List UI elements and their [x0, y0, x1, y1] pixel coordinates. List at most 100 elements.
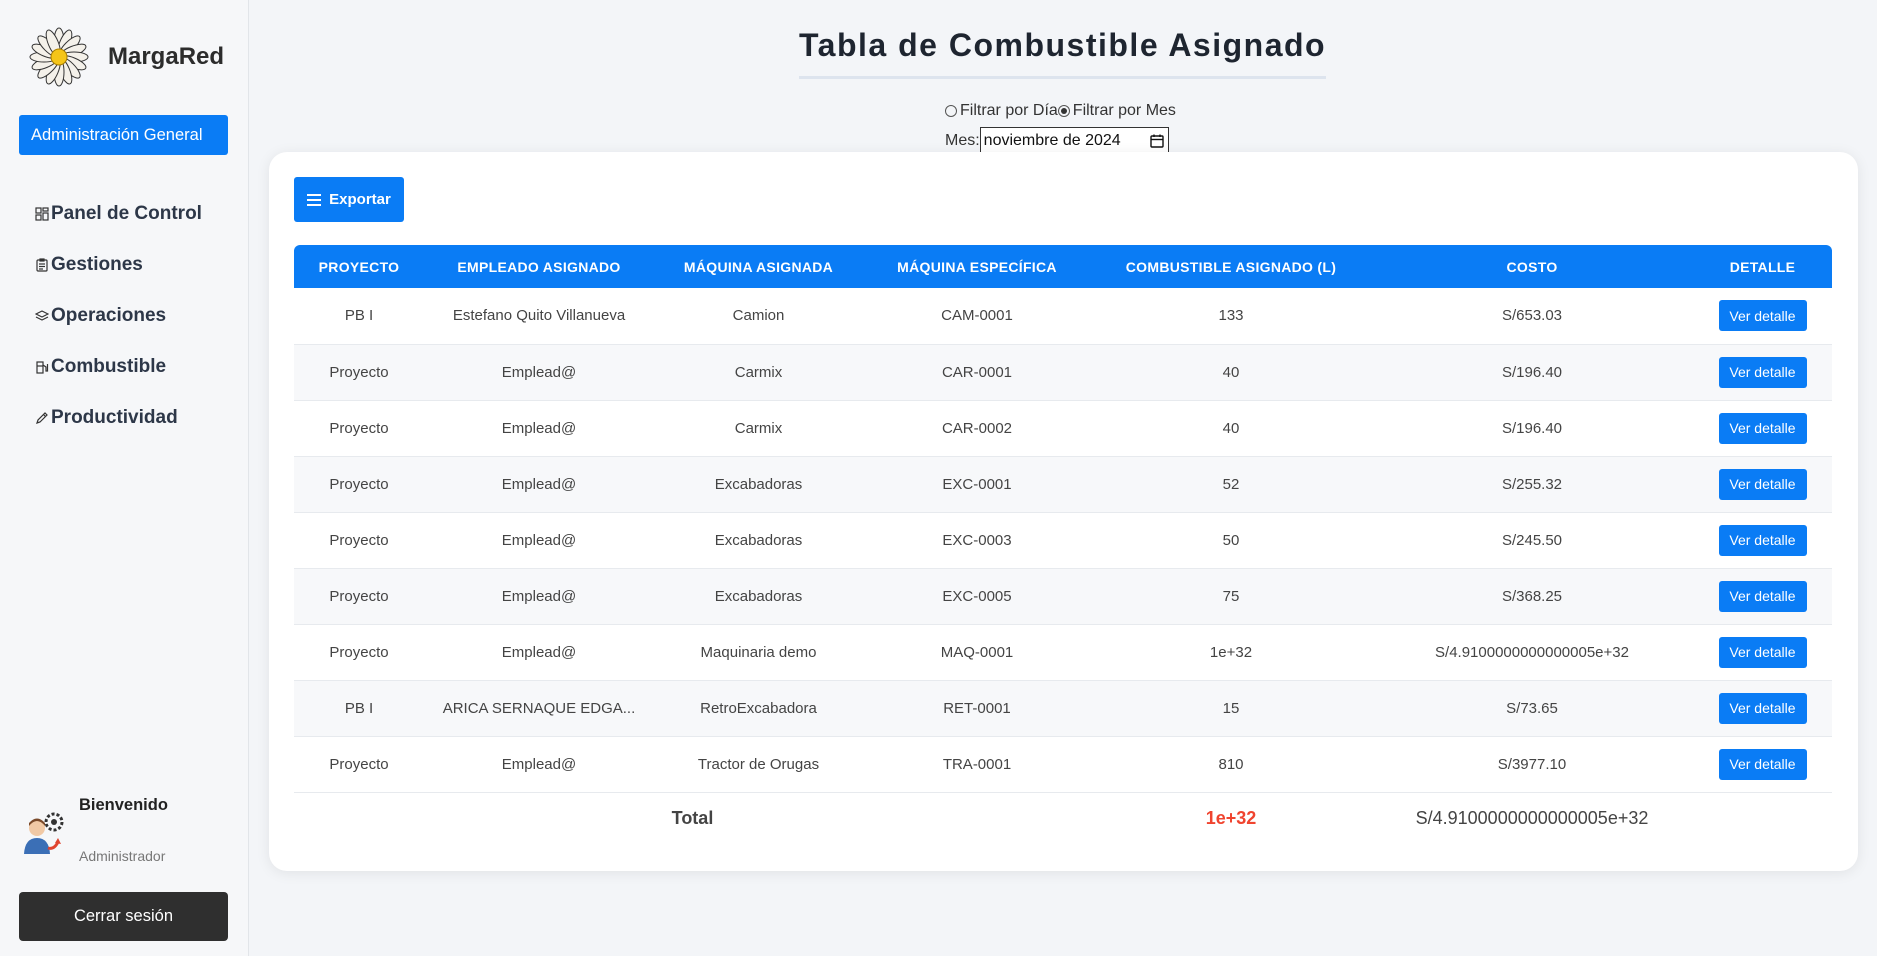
cell-empleado: Emplead@	[424, 624, 654, 681]
cell-maquina: RetroExcabadora	[654, 680, 863, 737]
total-label-cell: Total	[294, 792, 1091, 844]
cell-costo: S/3977.10	[1371, 736, 1693, 793]
view-detail-button[interactable]: Ver detalle	[1718, 636, 1807, 668]
cell-maquina: Excabadoras	[654, 568, 863, 625]
cell-detalle: Ver detalle	[1693, 568, 1832, 625]
view-detail-button[interactable]: Ver detalle	[1718, 356, 1807, 388]
cell-detalle: Ver detalle	[1693, 344, 1832, 401]
sidebar-item-label: Operaciones	[51, 304, 167, 326]
view-detail-button[interactable]: Ver detalle	[1718, 748, 1807, 780]
sidebar-item-operaciones[interactable]: Operaciones	[35, 290, 202, 341]
table-row: Proyecto Emplead@ Maquinaria demo MAQ-0001 1…	[294, 624, 1832, 681]
sidebar: MargaRed Administración General Panel de…	[0, 0, 249, 956]
cell-proyecto: Proyecto	[294, 512, 424, 569]
cell-detalle: Ver detalle	[1693, 736, 1832, 793]
export-label: Exportar	[329, 191, 391, 208]
fuel-pump-icon	[36, 360, 49, 374]
brand[interactable]: MargaRed	[28, 26, 224, 88]
view-detail-button[interactable]: Ver detalle	[1718, 692, 1807, 724]
table-row: PB I ARICA SERNAQUE EDGA... RetroExcabador…	[294, 680, 1832, 737]
month-label: Mes:	[945, 131, 980, 149]
export-button[interactable]: Exportar	[294, 177, 404, 222]
table-row: Proyecto Emplead@ Carmix CAR-0002 40 S/196.40…	[294, 400, 1832, 457]
cell-costo: S/196.40	[1371, 344, 1693, 401]
sidebar-item-gestiones[interactable]: Gestiones	[35, 239, 202, 290]
table-row: Proyecto Emplead@ Carmix CAR-0001 40 S/196.40…	[294, 344, 1832, 401]
cell-proyecto: Proyecto	[294, 568, 424, 625]
total-cost: S/4.9100000000000005e+32	[1415, 807, 1649, 828]
cell-maquina: Excabadoras	[654, 456, 863, 513]
sidebar-item-label: Combustible	[51, 355, 167, 377]
view-detail-button[interactable]: Ver detalle	[1718, 300, 1807, 332]
cell-proyecto: PB I	[294, 680, 424, 737]
cell-costo: S/4.9100000000000005e+32	[1371, 624, 1693, 681]
month-input-value: noviembre de 2024	[983, 131, 1121, 149]
cell-empleado: Emplead@	[424, 400, 654, 457]
cell-empleado: Emplead@	[424, 736, 654, 793]
cell-maquina: Excabadoras	[654, 512, 863, 569]
sidebar-item-panel-de-control[interactable]: Panel de Control	[35, 188, 202, 239]
logout-button[interactable]: Cerrar sesión	[19, 892, 228, 941]
cell-combustible: 75	[1091, 568, 1371, 625]
cell-maquina-especifica: EXC-0005	[863, 568, 1091, 625]
cell-maquina-especifica: TRA-0001	[863, 736, 1091, 793]
filter-day-radio[interactable]	[945, 105, 957, 117]
header-maquina-especifica[interactable]: Máquina Específica	[863, 245, 1091, 288]
month-input[interactable]: noviembre de 2024	[979, 127, 1169, 154]
sidebar-nav: Panel de Control Gestiones Operaciones C…	[35, 188, 202, 443]
cell-maquina-especifica: CAR-0002	[863, 400, 1091, 457]
cell-detalle: Ver detalle	[1693, 456, 1832, 513]
cell-maquina: Carmix	[654, 344, 863, 401]
total-fuel: 1e+32	[1205, 807, 1257, 828]
fuel-table: Proyecto Empleado Asignado Máquina Asign…	[294, 245, 1832, 844]
table-card: Exportar Proyecto Empleado Asignado Máqu…	[269, 152, 1858, 871]
cell-maquina: Maquinaria demo	[654, 624, 863, 681]
sidebar-item-productividad[interactable]: Productividad	[35, 392, 202, 443]
cell-costo: S/73.65	[1371, 680, 1693, 737]
cell-maquina-especifica: RET-0001	[863, 680, 1091, 737]
cell-combustible: 133	[1091, 288, 1371, 345]
calendar-icon[interactable]	[1149, 134, 1164, 148]
daisy-logo-icon	[29, 27, 89, 87]
header-combustible[interactable]: Combustible Asignado (L)	[1091, 245, 1371, 288]
cell-proyecto: Proyecto	[294, 400, 424, 457]
cell-empleado: Emplead@	[424, 456, 654, 513]
header-maquina[interactable]: Máquina Asignada	[654, 245, 863, 288]
cell-detalle: Ver detalle	[1693, 680, 1832, 737]
cell-proyecto: Proyecto	[294, 456, 424, 513]
cell-costo: S/368.25	[1371, 568, 1693, 625]
sidebar-item-combustible[interactable]: Combustible	[35, 341, 202, 392]
header-detalle[interactable]: Detalle	[1693, 245, 1832, 288]
cell-detalle: Ver detalle	[1693, 400, 1832, 457]
filter-month-radio[interactable]	[1057, 105, 1070, 117]
cell-combustible: 52	[1091, 456, 1371, 513]
cell-maquina-especifica: CAR-0001	[863, 344, 1091, 401]
filter-day-label: Filtrar por Día	[960, 102, 1058, 119]
view-detail-button[interactable]: Ver detalle	[1718, 412, 1807, 444]
cell-empleado: ARICA SERNAQUE EDGA...	[424, 680, 654, 737]
cell-maquina-especifica: CAM-0001	[863, 288, 1091, 345]
user-role: Administrador	[79, 848, 166, 864]
cell-empleado: Emplead@	[424, 344, 654, 401]
header-empleado[interactable]: Empleado Asignado	[424, 245, 654, 288]
cell-maquina: Carmix	[654, 400, 863, 457]
sidebar-item-label: Panel de Control	[51, 202, 202, 224]
table-total-row: Total 1e+32 S/4.9100000000000005e+32	[294, 792, 1832, 844]
cell-combustible: 40	[1091, 400, 1371, 457]
cell-proyecto: Proyecto	[294, 624, 424, 681]
view-detail-button[interactable]: Ver detalle	[1718, 468, 1807, 500]
view-detail-button[interactable]: Ver detalle	[1718, 580, 1807, 612]
header-costo[interactable]: Costo	[1371, 245, 1693, 288]
sidebar-item-label: Gestiones	[51, 253, 143, 275]
cell-combustible: 40	[1091, 344, 1371, 401]
total-label: Total	[671, 807, 714, 828]
view-detail-button[interactable]: Ver detalle	[1718, 524, 1807, 556]
table-row: Proyecto Emplead@ Tractor de Orugas TRA-000…	[294, 736, 1832, 793]
table-row: Proyecto Emplead@ Excabadoras EXC-0003 50 S/2…	[294, 512, 1832, 569]
cell-combustible: 50	[1091, 512, 1371, 569]
layers-icon	[35, 309, 49, 321]
filter-controls: Filtrar por Día Filtrar por Mes Mes: nov…	[945, 102, 1176, 154]
admin-general-button[interactable]: Administración General	[19, 115, 228, 155]
header-proyecto[interactable]: Proyecto	[294, 245, 424, 288]
cell-proyecto: Proyecto	[294, 344, 424, 401]
